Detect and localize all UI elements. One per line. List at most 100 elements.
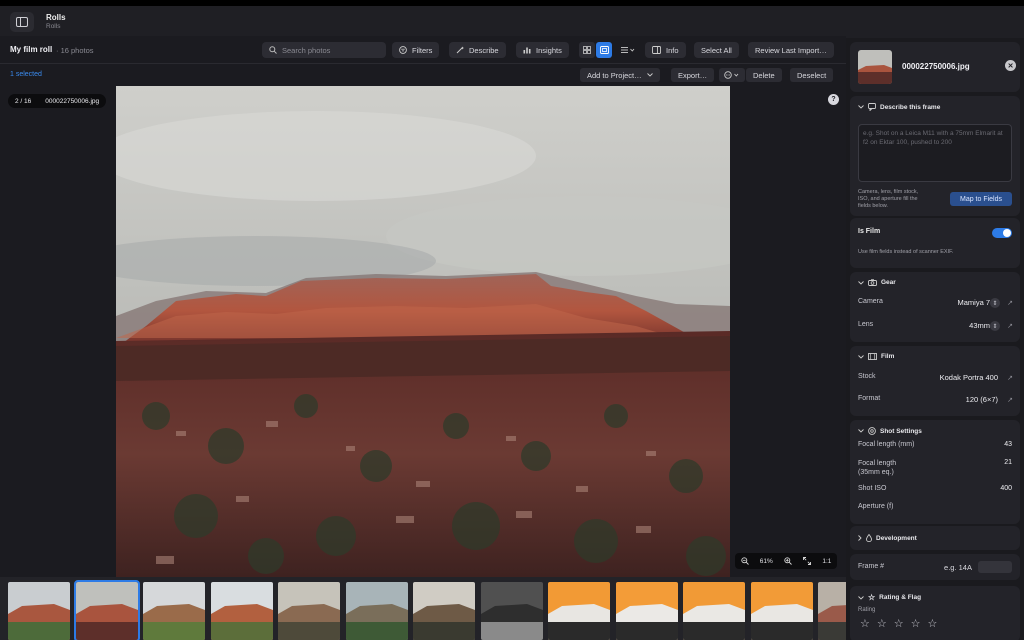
film-section-title: Film [881, 353, 895, 360]
review-last-import-button[interactable]: Review Last Import… [748, 42, 834, 58]
thumbnail-image [548, 582, 610, 640]
search-input[interactable]: Search photos [262, 42, 386, 58]
grid-view-button[interactable] [579, 42, 595, 58]
filmstrip-thumbnail[interactable] [73, 580, 140, 640]
close-inspector-button[interactable]: ✕ [1005, 60, 1016, 71]
frame-number-input[interactable] [978, 561, 1012, 573]
filmstrip-thumbnail[interactable] [480, 582, 543, 640]
lens-external-icon[interactable]: ↗ [1006, 322, 1014, 330]
filmstrip-thumbnail[interactable] [413, 582, 475, 640]
thumbnail-image [683, 582, 745, 640]
stock-label: Stock [858, 373, 876, 380]
sort-menu-button[interactable] [617, 42, 639, 58]
app-title: Rolls [46, 13, 66, 22]
filmstrip-thumbnail[interactable] [8, 582, 70, 640]
lens-value[interactable]: 43mm [969, 321, 990, 330]
filters-button[interactable]: Filters [392, 42, 440, 58]
info-panel-icon [652, 46, 661, 54]
zoom-in-icon[interactable] [784, 557, 792, 565]
format-value[interactable]: 120 (6×7) [966, 395, 998, 404]
chevron-down-icon [858, 354, 864, 359]
drop-icon [866, 534, 872, 542]
is-film-hint: Use film fields instead of scanner EXIF. [858, 249, 954, 255]
format-external-icon[interactable]: ↗ [1006, 396, 1014, 404]
chevron-down-icon [858, 595, 864, 600]
is-film-toggle[interactable] [992, 228, 1012, 238]
more-actions-button[interactable] [719, 68, 745, 82]
camera-external-icon[interactable]: ↗ [1006, 299, 1014, 307]
film-section-header[interactable]: Film [858, 353, 894, 360]
roll-title: My film roll [10, 45, 53, 54]
filmstrip-thumbnail[interactable] [818, 582, 846, 640]
focal-length-value[interactable]: 43 [1004, 441, 1012, 448]
rating-header[interactable]: ☆ Rating & Flag [858, 593, 921, 602]
filmstrip-thumbnail[interactable] [548, 582, 610, 640]
stock-external-icon[interactable]: ↗ [1006, 374, 1014, 382]
filmstrip-thumbnail[interactable] [615, 582, 678, 640]
filters-label: Filters [412, 45, 433, 55]
shot-iso-value[interactable]: 400 [1000, 485, 1012, 492]
landscape-photo [116, 86, 730, 577]
filmstrip-thumbnail[interactable] [750, 582, 813, 640]
frame-number-placeholder: e.g. 14A [944, 563, 972, 572]
add-to-project-button[interactable]: Add to Project… [580, 68, 660, 82]
speech-bubble-icon [868, 103, 876, 111]
deselect-button[interactable]: Deselect [790, 68, 834, 82]
describe-textarea[interactable]: e.g. Shot on a Leica M11 with a 75mm Elm… [858, 124, 1012, 182]
gear-section-header[interactable]: Gear [858, 279, 896, 286]
focal-35mm-value[interactable]: 21 [1004, 459, 1012, 466]
film-icon [868, 353, 877, 360]
star-3-icon[interactable]: ☆ [894, 617, 904, 630]
export-button[interactable]: Export… [671, 68, 715, 82]
stock-value[interactable]: Kodak Portra 400 [940, 373, 998, 382]
describe-button[interactable]: Describe [449, 42, 506, 58]
thumbnail-image [8, 582, 70, 640]
describe-section-header[interactable]: Describe this frame [858, 103, 940, 111]
shot-settings-header[interactable]: Shot Settings [858, 427, 922, 435]
select-all-button[interactable]: Select All [694, 42, 739, 58]
camera-picker-icon[interactable]: ⇕ [990, 298, 1000, 308]
shot-settings-card: Shot Settings Focal length (mm) 43 Focal… [850, 420, 1020, 524]
describe-hint: Camera, lens, film stock, ISO, and apert… [858, 189, 919, 209]
aperture-label: Aperture (f) [858, 503, 894, 510]
sidebar-toggle-button[interactable] [10, 12, 34, 32]
single-view-button[interactable] [596, 42, 612, 58]
rating-label: Rating [858, 607, 876, 613]
main-photo[interactable] [116, 86, 730, 577]
actual-size-button[interactable]: 1:1 [822, 558, 831, 565]
info-button[interactable]: Info [645, 42, 686, 58]
is-film-card: Is Film Use film fields instead of scann… [850, 218, 1020, 268]
filmstrip-thumbnail[interactable] [683, 582, 745, 640]
aperture-icon [868, 427, 876, 435]
filmstrip-thumbnail[interactable] [143, 582, 205, 640]
shot-settings-title: Shot Settings [880, 427, 922, 435]
filter-icon [399, 46, 407, 54]
describe-section-title: Describe this frame [880, 103, 941, 111]
chevron-down-icon [858, 105, 864, 109]
insights-button[interactable]: Insights [516, 42, 569, 58]
filmstrip-thumbnail[interactable] [278, 582, 340, 640]
star-1-icon[interactable]: ☆ [860, 617, 870, 630]
lens-picker-icon[interactable]: ⇕ [990, 321, 1000, 331]
shot-iso-label: Shot ISO [858, 485, 887, 492]
star-4-icon[interactable]: ☆ [911, 617, 921, 630]
help-button[interactable]: ? [828, 94, 839, 105]
thumbnail-image [345, 582, 408, 640]
film-card: Film Stock Kodak Portra 400 ↗ Format 120… [850, 346, 1020, 416]
photo-filename: 000022750006.jpg [45, 97, 100, 105]
star-2-icon[interactable]: ☆ [877, 617, 887, 630]
delete-button[interactable]: Delete [746, 68, 782, 82]
zoom-controls: 61% 1:1 [735, 553, 837, 569]
camera-icon [868, 279, 877, 286]
map-to-fields-button[interactable]: Map to Fields [950, 192, 1012, 206]
camera-value[interactable]: Mamiya 7 [957, 298, 990, 307]
filmstrip-thumbnail[interactable] [210, 582, 273, 640]
fit-screen-icon[interactable] [803, 557, 812, 565]
zoom-out-icon[interactable] [740, 557, 749, 565]
filmstrip-thumbnail[interactable] [345, 582, 408, 640]
grid-icon [583, 46, 591, 54]
search-icon [269, 46, 277, 54]
star-5-icon[interactable]: ☆ [928, 617, 938, 630]
frame-number-card: Frame # e.g. 14A [850, 554, 1020, 580]
development-header[interactable]: Development [858, 534, 917, 542]
